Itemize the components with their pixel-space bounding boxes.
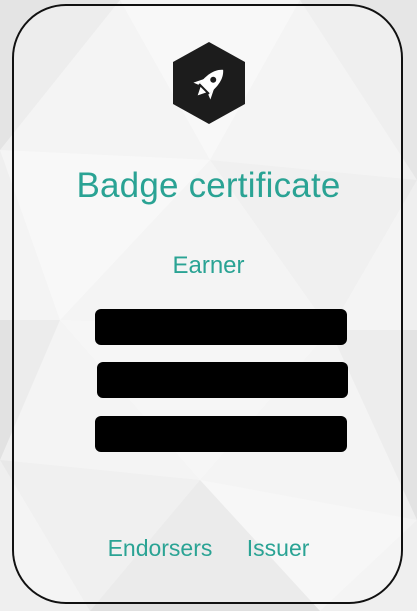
- earner-label: Earner: [172, 252, 245, 279]
- redacted-earner-line: [95, 416, 347, 452]
- redacted-earner-line: [95, 309, 347, 345]
- issuer-link[interactable]: Issuer: [247, 535, 310, 562]
- footer-links: Endorsers Issuer: [0, 535, 417, 562]
- page-title: Badge certificate: [76, 166, 341, 205]
- rocket-icon: [173, 42, 245, 124]
- endorsers-link[interactable]: Endorsers: [108, 535, 213, 562]
- redacted-earner-line: [97, 362, 348, 398]
